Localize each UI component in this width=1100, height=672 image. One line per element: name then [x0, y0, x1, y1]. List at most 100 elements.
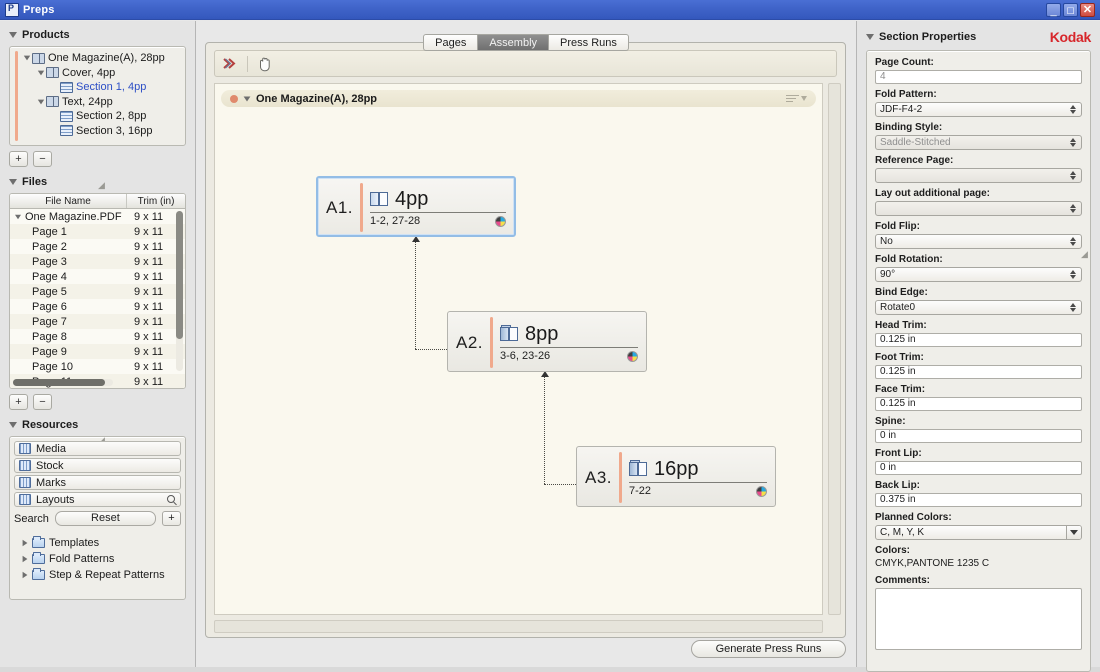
resources-panel-header[interactable]: Resources: [9, 419, 186, 431]
stepper-icon[interactable]: [1070, 269, 1077, 280]
assembly-node-a2[interactable]: A2. 8pp 3-6, 23-26: [447, 311, 647, 372]
lay-out-additional-page-select[interactable]: [875, 201, 1082, 216]
products-tree[interactable]: One Magazine(A), 28ppCover, 4ppSection 1…: [9, 46, 186, 146]
files-vertical-scrollbar[interactable]: [176, 211, 183, 371]
resource-button-marks[interactable]: Marks: [14, 475, 181, 490]
tab-pages[interactable]: Pages: [423, 34, 478, 51]
add-product-button[interactable]: +: [9, 151, 28, 167]
table-row[interactable]: Page 39 x 11: [10, 254, 185, 269]
disclosure-triangle-icon[interactable]: [866, 34, 874, 40]
product-tree-item[interactable]: Section 2, 8pp: [10, 109, 185, 124]
panel-resize-grip[interactable]: ◢: [1081, 249, 1088, 260]
disclosure-triangle-icon[interactable]: [23, 556, 28, 562]
assembly-node-a3[interactable]: A3. 16pp 7-22: [576, 446, 776, 507]
assembly-tool-icon[interactable]: [221, 54, 240, 73]
table-row[interactable]: Page 69 x 11: [10, 299, 185, 314]
resource-button-layouts[interactable]: Layouts: [14, 492, 181, 507]
color-wheel-icon[interactable]: [627, 351, 638, 362]
product-tree-item[interactable]: Section 3, 16pp: [10, 124, 185, 139]
assembly-canvas[interactable]: One Magazine(A), 28pp: [214, 83, 823, 615]
remove-product-button[interactable]: −: [33, 151, 52, 167]
disclosure-triangle-icon[interactable]: [244, 96, 251, 101]
field-label: Head Trim:: [875, 320, 1082, 331]
disclosure-triangle-icon[interactable]: [9, 179, 17, 185]
fold-pattern-select[interactable]: JDF-F4-2: [875, 102, 1082, 117]
resource-tree-item[interactable]: Fold Patterns: [14, 551, 181, 567]
disclosure-triangle-icon[interactable]: [9, 32, 17, 38]
binding-style-select[interactable]: Saddle-Stitched: [875, 135, 1082, 150]
color-wheel-icon[interactable]: [756, 486, 767, 497]
fold-rotation-select[interactable]: 90°: [875, 267, 1082, 282]
disclosure-triangle-icon[interactable]: [22, 55, 32, 61]
page-count-input[interactable]: 4: [875, 70, 1082, 84]
resource-tree-item[interactable]: Step & Repeat Patterns: [14, 567, 181, 583]
files-horizontal-scrollbar[interactable]: [13, 379, 113, 386]
add-resource-button[interactable]: +: [162, 511, 181, 526]
files-table[interactable]: File Name Trim (in) One Magazine.PDF9 x …: [9, 193, 186, 389]
table-row[interactable]: Page 79 x 11: [10, 314, 185, 329]
product-tree-item[interactable]: Text, 24pp: [10, 95, 185, 110]
table-row[interactable]: Page 59 x 11: [10, 284, 185, 299]
resource-tree-item[interactable]: Templates: [14, 535, 181, 551]
tab-assembly[interactable]: Assembly: [478, 34, 549, 51]
stepper-icon[interactable]: [1070, 203, 1077, 214]
resource-button-stock[interactable]: Stock: [14, 458, 181, 473]
front-lip-input[interactable]: 0 in: [875, 461, 1082, 475]
table-row[interactable]: Page 99 x 11: [10, 344, 185, 359]
spine-input[interactable]: 0 in: [875, 429, 1082, 443]
table-row[interactable]: Page 49 x 11: [10, 269, 185, 284]
remove-file-button[interactable]: −: [33, 394, 52, 410]
product-tree-item[interactable]: Section 1, 4pp: [10, 80, 185, 95]
generate-press-runs-button[interactable]: Generate Press Runs: [691, 640, 846, 658]
add-file-button[interactable]: +: [9, 394, 28, 410]
canvas-vertical-scrollbar[interactable]: [828, 83, 841, 615]
disclosure-triangle-icon[interactable]: [15, 214, 21, 219]
comments-textarea[interactable]: [875, 588, 1082, 650]
products-panel-header[interactable]: Products: [9, 29, 186, 41]
table-row[interactable]: Page 109 x 11: [10, 359, 185, 374]
table-row[interactable]: Page 19 x 11: [10, 224, 185, 239]
back-lip-input[interactable]: 0.375 in: [875, 493, 1082, 507]
reference-page-select[interactable]: [875, 168, 1082, 183]
chevron-down-icon[interactable]: [1066, 526, 1081, 539]
hand-tool-icon[interactable]: [255, 54, 274, 73]
resources-tree[interactable]: TemplatesFold PatternsStep & Repeat Patt…: [14, 535, 181, 583]
product-tree-item[interactable]: Cover, 4pp: [10, 66, 185, 81]
head-trim-input[interactable]: 0.125 in: [875, 333, 1082, 347]
stepper-icon[interactable]: [1070, 104, 1077, 115]
panel-resize-grip[interactable]: ◢: [98, 180, 105, 191]
disclosure-triangle-icon[interactable]: [23, 572, 28, 578]
stepper-icon[interactable]: [1070, 137, 1077, 148]
color-wheel-icon[interactable]: [495, 216, 506, 227]
stepper-icon[interactable]: [1070, 302, 1077, 313]
fold-flip-select[interactable]: No: [875, 234, 1082, 249]
minimize-button[interactable]: _: [1046, 3, 1061, 17]
disclosure-triangle-icon[interactable]: [36, 70, 46, 76]
table-row[interactable]: Page 89 x 11: [10, 329, 185, 344]
table-row[interactable]: One Magazine.PDF9 x 11: [10, 209, 185, 224]
disclosure-triangle-icon[interactable]: [23, 540, 28, 546]
planned-colors-select[interactable]: C, M, Y, K: [875, 525, 1082, 540]
section-properties-header[interactable]: Section Properties Kodak: [866, 29, 1091, 45]
close-button[interactable]: ✕: [1080, 3, 1095, 17]
foot-trim-input[interactable]: 0.125 in: [875, 365, 1082, 379]
column-header-trim[interactable]: Trim (in): [127, 194, 185, 208]
search-icon[interactable]: [167, 495, 175, 503]
assembly-node-a1[interactable]: A1. 4pp 1-2, 27-28: [316, 176, 516, 237]
resource-button-media[interactable]: Media: [14, 441, 181, 456]
face-trim-input[interactable]: 0.125 in: [875, 397, 1082, 411]
disclosure-triangle-icon[interactable]: [36, 99, 46, 105]
canvas-horizontal-scrollbar[interactable]: [214, 620, 823, 633]
product-tree-item[interactable]: One Magazine(A), 28pp: [10, 51, 185, 66]
group-menu-icon[interactable]: [786, 93, 807, 103]
stepper-icon[interactable]: [1070, 170, 1077, 181]
reset-button[interactable]: Reset: [55, 511, 156, 526]
tab-press-runs[interactable]: Press Runs: [549, 34, 629, 51]
maximize-button[interactable]: ☐: [1063, 3, 1078, 17]
disclosure-triangle-icon[interactable]: [9, 422, 17, 428]
table-row[interactable]: Page 29 x 11: [10, 239, 185, 254]
bind-edge-select[interactable]: Rotate0: [875, 300, 1082, 315]
assembly-group-header[interactable]: One Magazine(A), 28pp: [221, 90, 816, 107]
column-header-file-name[interactable]: File Name: [10, 194, 127, 208]
stepper-icon[interactable]: [1070, 236, 1077, 247]
